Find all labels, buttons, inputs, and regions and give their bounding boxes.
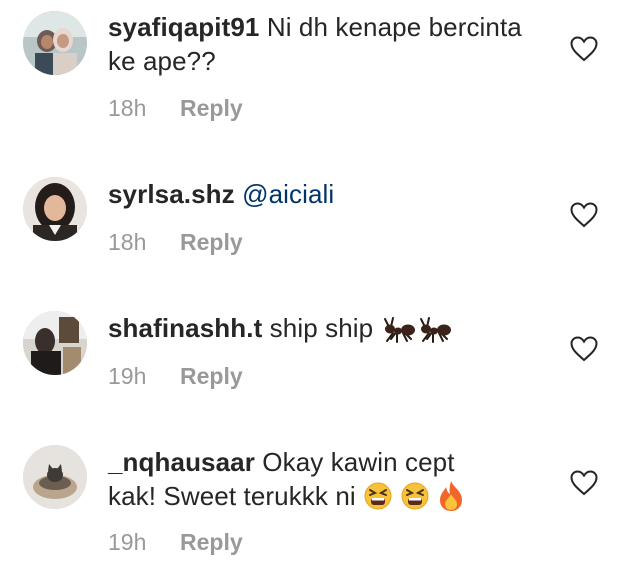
comment-username[interactable]: syrlsa.shz — [108, 179, 235, 209]
comment-meta: 19h Reply — [108, 528, 243, 556]
avatar[interactable] — [23, 445, 87, 509]
tired-face-emoji — [400, 481, 430, 511]
heart-outline-icon[interactable] — [570, 470, 598, 496]
cat-photo — [23, 445, 87, 509]
reply-button[interactable]: Reply — [180, 363, 243, 389]
mention-link[interactable]: @aiciali — [242, 179, 334, 209]
heart-outline-icon[interactable] — [570, 202, 598, 228]
comment-body-line2: kak! Sweet terukkk ni — [108, 481, 356, 511]
comment-timestamp: 18h — [108, 95, 147, 121]
reply-button[interactable]: Reply — [180, 529, 243, 555]
comment-text: syrlsa.shz @aiciali — [108, 177, 538, 211]
comment-timestamp: 19h — [108, 363, 147, 389]
ant-emoji — [417, 313, 453, 344]
comment-username[interactable]: shafinashh.t — [108, 313, 262, 343]
heart-outline-icon[interactable] — [570, 336, 598, 362]
ant-emoji — [381, 313, 417, 344]
comment-timestamp: 19h — [108, 529, 147, 555]
comment-body: ship ship — [269, 313, 374, 343]
girl-portrait — [23, 177, 87, 241]
comment-username[interactable]: _nqhausaar — [108, 447, 255, 477]
couple-photo — [23, 11, 87, 75]
comment-body-line1: Okay kawin cept — [262, 447, 455, 477]
comment-meta: 18h Reply — [108, 94, 243, 122]
heart-outline-icon[interactable] — [570, 36, 598, 62]
comment-meta: 18h Reply — [108, 228, 243, 256]
fire-emoji — [438, 480, 464, 512]
avatar[interactable] — [23, 311, 87, 375]
comment-text: shafinashh.t ship ship — [108, 311, 538, 345]
tired-face-emoji — [363, 481, 393, 511]
outdoor-photo — [23, 311, 87, 375]
comment-text: _nqhausaar Okay kawin cept kak! Sweet te… — [108, 445, 538, 513]
avatar[interactable] — [23, 11, 87, 75]
reply-button[interactable]: Reply — [180, 229, 243, 255]
comment-text: syafiqapit91 Ni dh kenape bercinta ke ap… — [108, 10, 538, 78]
comment-meta: 19h Reply — [108, 362, 243, 390]
comment-timestamp: 18h — [108, 229, 147, 255]
avatar[interactable] — [23, 177, 87, 241]
reply-button[interactable]: Reply — [180, 95, 243, 121]
comment-username[interactable]: syafiqapit91 — [108, 12, 260, 42]
